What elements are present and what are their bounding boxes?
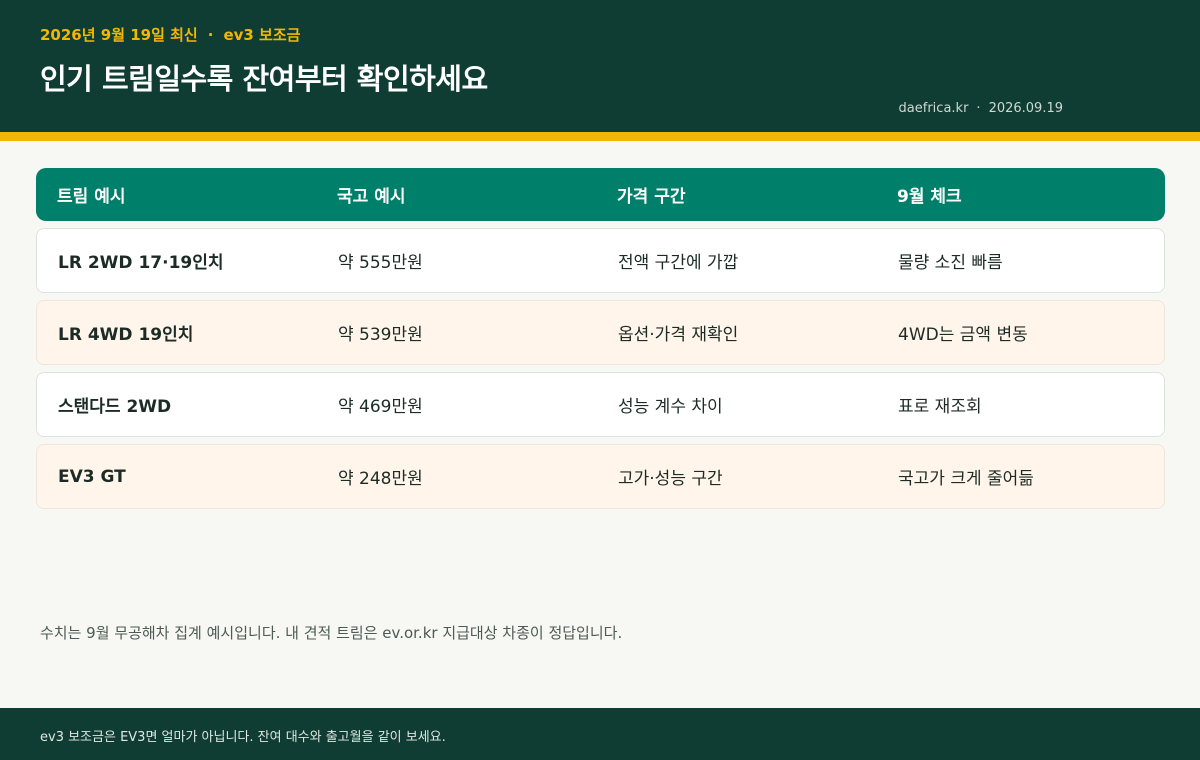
cell-trim: LR 4WD 19인치 (58, 325, 194, 345)
meta-date: 2026.09.19 (988, 101, 1063, 116)
cell-trim: 스탠다드 2WD (58, 397, 172, 417)
cell-price-range: 고가·성능 구간 (618, 469, 723, 489)
cell-price-range: 옵션·가격 재확인 (618, 325, 739, 345)
cell-price-range: 성능 계수 차이 (618, 397, 723, 417)
eyebrow: 2026년 9월 19일 최신 · ev3 보조금 (40, 24, 300, 45)
cell-subsidy: 약 469만원 (338, 397, 423, 417)
table-row: 스탠다드 2WD 약 469만원 성능 계수 차이 표로 재조회 (36, 372, 1165, 437)
column-header-price-range: 가격 구간 (617, 187, 686, 207)
column-header-subsidy: 국고 예시 (337, 187, 406, 207)
footer-text: ev3 보조금은 EV3면 얼마가 아닙니다. 잔여 대수와 출고월을 같이 보… (40, 730, 446, 745)
footnote: 수치는 9월 무공해차 집계 예시입니다. 내 견적 트림은 ev.or.kr … (40, 624, 623, 642)
cell-check: 물량 소진 빠름 (898, 253, 1003, 273)
cell-check: 표로 재조회 (898, 397, 982, 417)
page-title: 인기 트림일수록 잔여부터 확인하세요 (40, 62, 488, 96)
eyebrow-separator: · (207, 26, 214, 44)
table-header: 트림 예시 국고 예시 가격 구간 9월 체크 (36, 168, 1165, 221)
table-row: LR 2WD 17·19인치 약 555만원 전액 구간에 가깝 물량 소진 빠… (36, 228, 1165, 293)
header-meta: daefrica.kr · 2026.09.19 (899, 101, 1063, 116)
meta-separator: · (976, 101, 981, 116)
page-footer: ev3 보조금은 EV3면 얼마가 아닙니다. 잔여 대수와 출고월을 같이 보… (0, 708, 1200, 760)
table-row: LR 4WD 19인치 약 539만원 옵션·가격 재확인 4WD는 금액 변동 (36, 300, 1165, 365)
meta-site[interactable]: daefrica.kr (899, 101, 969, 116)
cell-price-range: 전액 구간에 가깝 (618, 253, 739, 273)
cell-subsidy: 약 248만원 (338, 469, 423, 489)
cell-trim: LR 2WD 17·19인치 (58, 253, 224, 273)
eyebrow-topic: ev3 보조금 (223, 26, 301, 44)
cell-trim: EV3 GT (58, 466, 126, 487)
column-header-trim: 트림 예시 (57, 187, 126, 207)
cell-subsidy: 약 539만원 (338, 325, 423, 345)
header-accent-stripe (0, 132, 1200, 141)
column-header-check: 9월 체크 (897, 187, 962, 207)
cell-subsidy: 약 555만원 (338, 253, 423, 273)
cell-check: 국고가 크게 줄어듦 (898, 469, 1034, 489)
table-row: EV3 GT 약 248만원 고가·성능 구간 국고가 크게 줄어듦 (36, 444, 1165, 509)
eyebrow-date: 2026년 9월 19일 최신 (40, 26, 198, 44)
page-header: 2026년 9월 19일 최신 · ev3 보조금 인기 트림일수록 잔여부터 확인… (0, 0, 1200, 132)
cell-check: 4WD는 금액 변동 (898, 325, 1028, 345)
